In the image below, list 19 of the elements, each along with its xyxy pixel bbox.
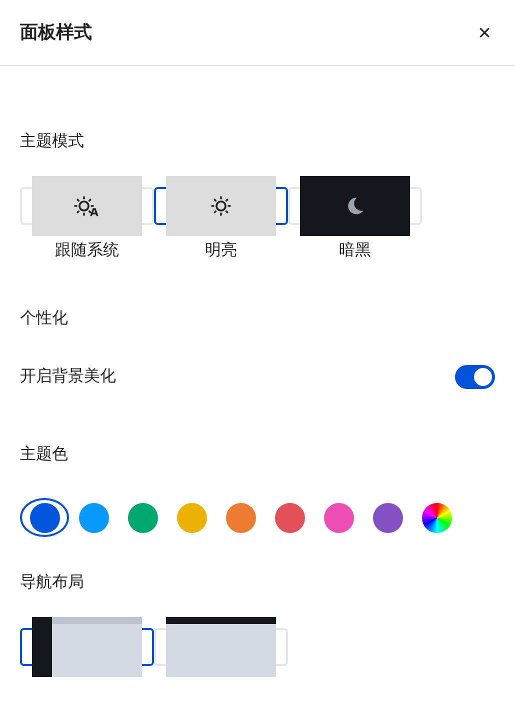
close-button[interactable]: ×: [478, 22, 495, 44]
color-option[interactable]: [20, 498, 69, 537]
mode-label: 跟随系统: [55, 240, 119, 261]
toggle-switch[interactable]: [455, 365, 495, 389]
theme-option-card[interactable]: [288, 176, 422, 236]
color-wheel-icon: [422, 502, 452, 532]
mode-label: 明亮: [205, 240, 237, 261]
sun-icon: [209, 194, 233, 218]
toggle-label: 开启背景美化: [20, 366, 116, 387]
mode-label: 暗黑: [339, 240, 371, 261]
panel-title: 面板样式: [20, 21, 92, 44]
section-title: 导航布局: [20, 572, 85, 593]
theme-option-card[interactable]: [154, 176, 288, 236]
section-title: 主题色: [20, 444, 69, 465]
section-title: 个性化: [20, 309, 69, 329]
section-title: 主题模式: [20, 132, 85, 152]
layout-option-card[interactable]: [20, 617, 154, 677]
sun-auto-icon: [73, 194, 101, 218]
layout-option-card[interactable]: [154, 617, 288, 677]
